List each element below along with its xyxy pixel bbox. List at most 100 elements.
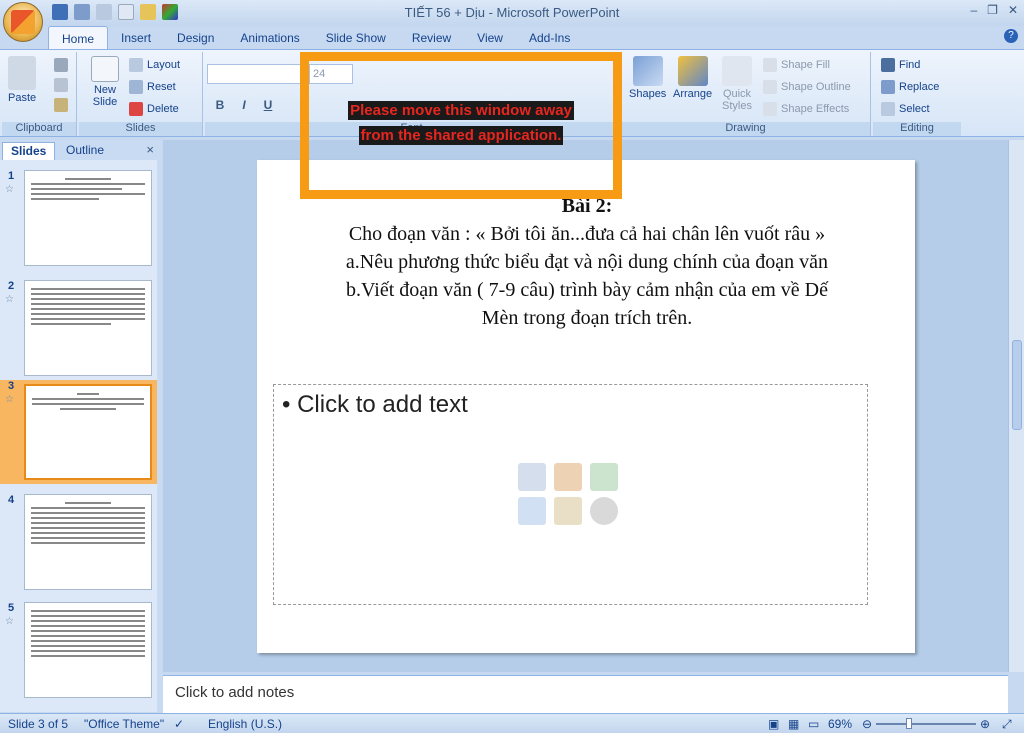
picture-icon[interactable]: [518, 497, 546, 525]
bold-button[interactable]: B: [211, 96, 229, 114]
select-label: Select: [899, 103, 930, 115]
group-drawing: Shapes Arrange Quick Styles Shape Fill S…: [621, 52, 871, 136]
chart-icon[interactable]: [554, 463, 582, 491]
replace-button[interactable]: Replace: [881, 80, 939, 94]
theme-name[interactable]: "Office Theme": [84, 717, 164, 731]
copy-button[interactable]: [54, 78, 68, 92]
content-placeholder[interactable]: • Click to add text: [273, 384, 868, 605]
office-button[interactable]: [3, 2, 43, 42]
table-icon[interactable]: [518, 463, 546, 491]
slides-panel: Slides Outline × 1 ☆ 2 ☆ 3 ☆ 4 5 ☆: [0, 140, 162, 712]
tab-animations[interactable]: Animations: [227, 26, 312, 50]
shape-fill-button[interactable]: Shape Fill: [763, 58, 830, 72]
underline-button[interactable]: U: [259, 96, 277, 114]
spellcheck-icon[interactable]: ✓: [174, 717, 184, 731]
slide-thumbnail[interactable]: 1 ☆: [0, 170, 162, 276]
group-clipboard: Paste Clipboard: [2, 52, 77, 136]
media-icon[interactable]: [590, 497, 618, 525]
zoom-in-icon[interactable]: ⊕: [980, 717, 990, 731]
slide-title-text[interactable]: Bài 2: Cho đoạn văn : « Bởi tôi ăn...đưa…: [287, 192, 887, 332]
paste-button[interactable]: Paste: [8, 56, 36, 104]
thumbnail-number: 1: [8, 170, 15, 182]
paste-icon: [8, 56, 37, 90]
slide-sorter-icon[interactable]: ▦: [788, 717, 799, 731]
panel-scrollbar[interactable]: [157, 160, 162, 712]
shapes-button[interactable]: Shapes: [629, 56, 666, 100]
tab-insert[interactable]: Insert: [108, 26, 164, 50]
slide-thumbnail-selected[interactable]: 3 ☆: [0, 380, 162, 484]
tab-slides[interactable]: Slides: [2, 142, 56, 160]
fill-icon: [763, 58, 777, 72]
clipart-icon[interactable]: [554, 497, 582, 525]
zoom-level[interactable]: 69%: [828, 717, 852, 731]
delete-icon: [129, 102, 143, 116]
scroll-thumb[interactable]: [1012, 340, 1022, 430]
new-slide-icon: [91, 56, 119, 82]
tab-view[interactable]: View: [464, 26, 516, 50]
tab-slide-show[interactable]: Slide Show: [313, 26, 399, 50]
italic-button[interactable]: I: [235, 96, 253, 114]
layout-button[interactable]: Layout: [129, 58, 180, 72]
restore-icon[interactable]: ❐: [987, 3, 998, 17]
replace-icon: [881, 80, 895, 94]
slide-line: Mèn trong đoạn trích trên.: [481, 307, 693, 329]
slide-thumbnail[interactable]: 5 ☆: [0, 602, 162, 708]
tab-review[interactable]: Review: [399, 26, 464, 50]
zoom-slider-handle[interactable]: [906, 718, 912, 729]
office-logo-icon: [11, 10, 35, 34]
slide-thumbnail[interactable]: 4: [0, 494, 162, 600]
notes-pane[interactable]: Click to add notes: [163, 675, 1008, 713]
zoom-out-icon[interactable]: ⊖: [862, 717, 872, 731]
normal-view-icon[interactable]: ▣: [768, 717, 779, 731]
close-icon[interactable]: ×: [146, 142, 154, 157]
slide-canvas[interactable]: Bài 2: Cho đoạn văn : « Bởi tôi ăn...đưa…: [257, 160, 915, 653]
thumbnail-number: 4: [8, 494, 15, 506]
delete-button[interactable]: Delete: [129, 102, 179, 116]
reset-button[interactable]: Reset: [129, 80, 176, 94]
editor-scrollbar[interactable]: [1008, 140, 1024, 672]
layout-icon: [129, 58, 143, 72]
animation-star-icon: ☆: [5, 184, 14, 195]
tab-outline[interactable]: Outline: [58, 142, 112, 160]
layout-label: Layout: [147, 59, 181, 71]
format-painter-button[interactable]: [54, 98, 68, 112]
find-button[interactable]: Find: [881, 58, 920, 72]
arrange-label: Arrange: [673, 88, 713, 100]
animation-star-icon: ☆: [5, 294, 14, 305]
slide-line: Cho đoạn văn : « Bởi tôi ăn...đưa cả hai…: [348, 223, 826, 245]
shape-outline-label: Shape Outline: [781, 81, 851, 93]
thumbnail-number: 2: [8, 280, 15, 292]
thumbnail-number: 5: [8, 602, 15, 614]
slide-counter: Slide 3 of 5: [8, 717, 69, 731]
tab-add-ins[interactable]: Add-Ins: [516, 26, 583, 50]
tab-home[interactable]: Home: [48, 26, 109, 50]
animation-star-icon: ☆: [5, 394, 14, 405]
select-button[interactable]: Select: [881, 102, 930, 116]
language-indicator[interactable]: English (U.S.): [208, 717, 282, 731]
title-bar: TIẾT 56 + Dịu - Microsoft PowerPoint – ❐…: [0, 0, 1024, 26]
fit-to-window-icon[interactable]: ⤢: [1002, 717, 1012, 732]
new-slide-button[interactable]: New Slide: [87, 56, 123, 108]
editing-label: Editing: [873, 122, 961, 136]
arrange-button[interactable]: Arrange: [673, 56, 712, 100]
thumbnail-preview: [24, 602, 152, 698]
shape-outline-button[interactable]: Shape Outline: [763, 80, 851, 94]
cut-icon: [54, 58, 68, 72]
zoom-slider[interactable]: [876, 723, 976, 725]
effects-icon: [763, 102, 777, 116]
font-name-box[interactable]: [207, 64, 305, 84]
quick-styles-button[interactable]: Quick Styles: [721, 56, 753, 112]
cut-button[interactable]: [54, 58, 68, 72]
minimize-icon[interactable]: –: [970, 3, 977, 17]
tab-design[interactable]: Design: [164, 26, 227, 50]
pointer-icon: [881, 102, 895, 116]
help-icon[interactable]: ?: [1004, 29, 1018, 43]
close-icon[interactable]: ✕: [1008, 3, 1018, 17]
shape-fill-label: Shape Fill: [781, 59, 830, 71]
shape-effects-button[interactable]: Shape Effects: [763, 102, 849, 116]
smartart-icon[interactable]: [590, 463, 618, 491]
slide-show-icon[interactable]: ▭: [808, 717, 819, 731]
quick-styles-label: Quick Styles: [722, 88, 752, 112]
warning-line-1: Please move this window away: [348, 101, 574, 120]
slide-thumbnail[interactable]: 2 ☆: [0, 280, 162, 386]
